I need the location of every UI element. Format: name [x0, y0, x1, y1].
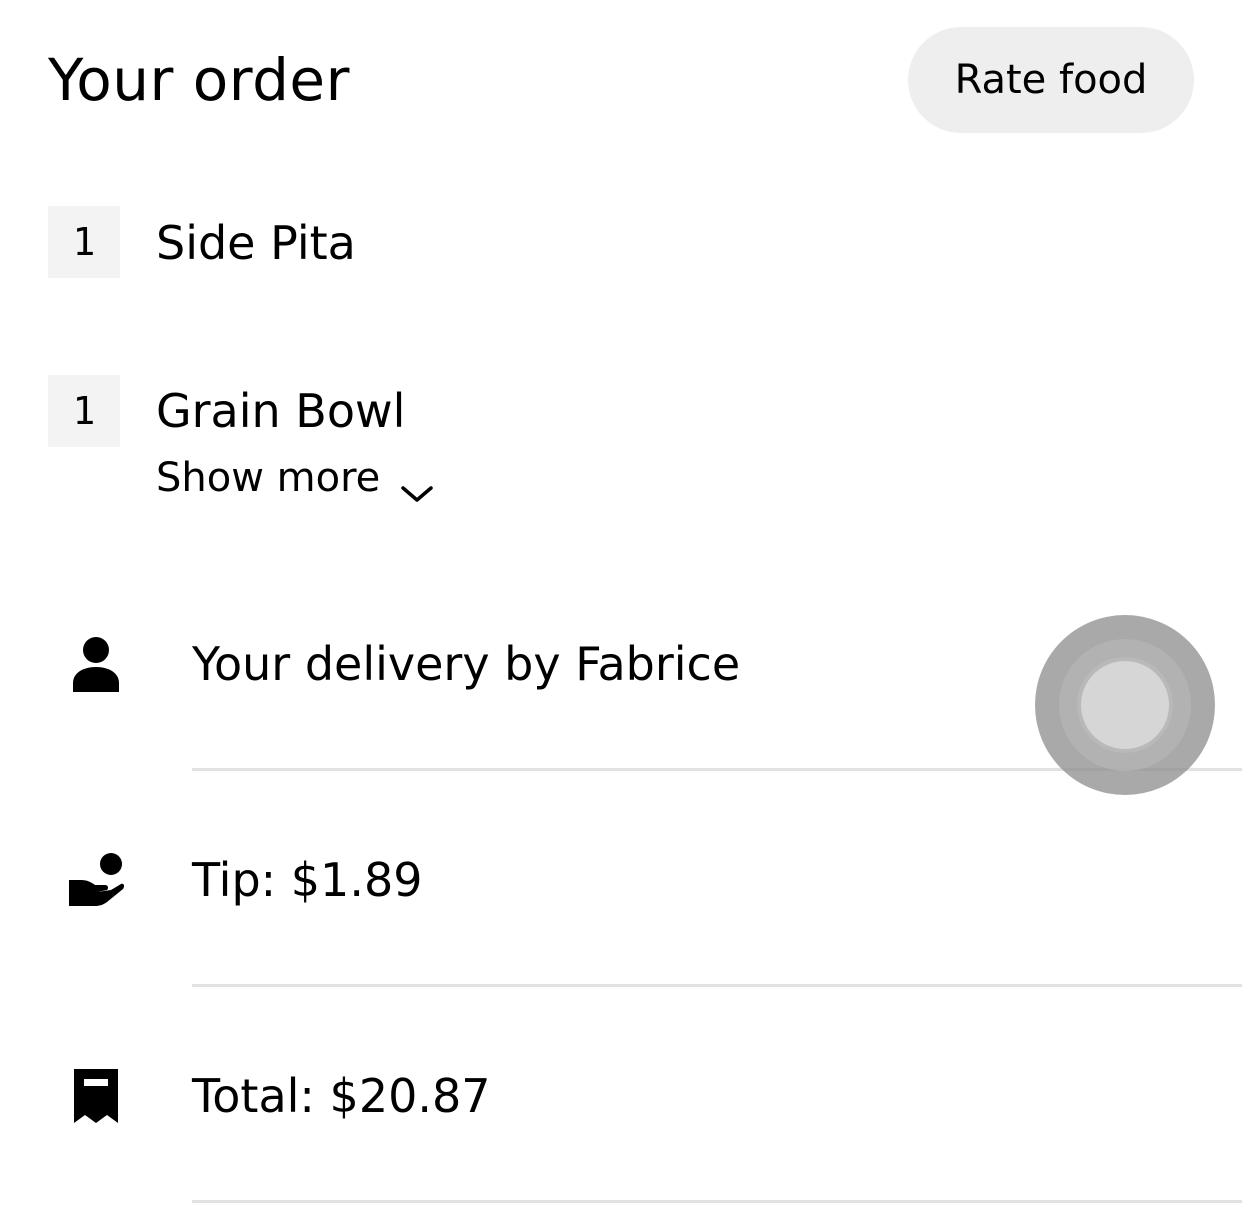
rate-food-button[interactable]: Rate food — [908, 27, 1194, 133]
show-more-button[interactable]: Show more — [156, 452, 434, 504]
divider — [192, 984, 1242, 987]
touch-indicator — [1035, 615, 1215, 795]
quantity-badge: 1 — [48, 375, 120, 447]
chevron-down-icon — [400, 468, 434, 502]
item-name: Grain Bowl — [156, 384, 406, 438]
page-title: Your order — [48, 46, 350, 114]
divider — [192, 1200, 1242, 1203]
show-more-label: Show more — [156, 455, 381, 501]
total-text: Total: $20.87 — [192, 1069, 491, 1123]
delivery-text: Your delivery by Fabrice — [192, 637, 741, 691]
tip-hand-icon — [66, 850, 126, 910]
item-name: Side Pita — [156, 216, 356, 270]
tip-text: Tip: $1.89 — [192, 853, 423, 907]
quantity-badge: 1 — [48, 206, 120, 278]
person-icon — [66, 634, 126, 694]
touch-indicator-ring — [1059, 639, 1191, 771]
receipt-icon — [66, 1066, 126, 1126]
touch-indicator-core — [1077, 657, 1173, 753]
